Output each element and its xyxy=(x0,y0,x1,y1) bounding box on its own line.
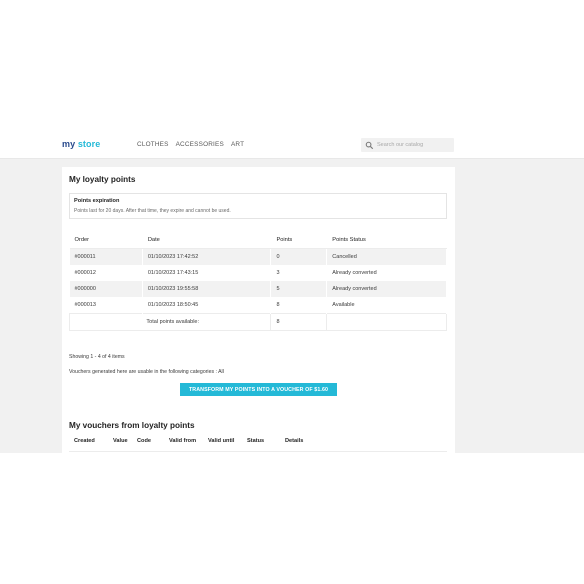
cell-date: 01/10/2023 18:50:45 xyxy=(142,297,272,314)
cell-points: 0 xyxy=(270,248,328,265)
cell-status: Available xyxy=(326,297,447,314)
vheader-valid-until: Valid until xyxy=(208,438,235,444)
header-date: Date xyxy=(142,232,272,249)
search-input[interactable] xyxy=(374,142,451,148)
points-table: Order Date Points Points Status #000011 … xyxy=(68,232,447,331)
header-order: Order xyxy=(69,232,143,249)
pagination-summary: Showing 1 - 4 of 4 items xyxy=(69,354,125,360)
top-blank-area xyxy=(0,0,584,131)
search-box[interactable] xyxy=(361,138,454,152)
total-row: Total points available: 8 xyxy=(68,313,447,331)
page-title: My loyalty points xyxy=(69,175,136,184)
cell-status: Cancelled xyxy=(326,248,447,265)
nav-art[interactable]: ART xyxy=(231,141,244,148)
nav-accessories[interactable]: ACCESSORIES xyxy=(176,141,224,148)
total-value: 8 xyxy=(270,313,328,331)
site-header: my store CLOTHES ACCESSORIES ART xyxy=(0,131,584,159)
store-logo[interactable]: my store xyxy=(62,139,100,149)
cell-order: #000000 xyxy=(69,281,143,297)
voucher-note: Vouchers generated here are usable in th… xyxy=(69,369,224,375)
cell-order: #000013 xyxy=(69,297,143,314)
total-empty xyxy=(326,313,447,331)
table-header-row: Order Date Points Points Status xyxy=(69,232,447,249)
header-points: Points xyxy=(270,232,328,249)
table-row: #000011 01/10/2023 17:42:52 0 Cancelled xyxy=(69,248,447,265)
cell-date: 01/10/2023 19:55:58 xyxy=(142,281,272,297)
total-label: Total points available: xyxy=(68,313,272,331)
cell-status: Already converted xyxy=(326,281,447,297)
logo-text-accent: store xyxy=(77,139,101,149)
vheader-status: Status xyxy=(247,438,265,444)
vouchers-title: My vouchers from loyalty points xyxy=(69,421,195,430)
vheader-details: Details xyxy=(285,438,304,444)
main-nav: CLOTHES ACCESSORIES ART xyxy=(137,141,244,148)
cell-order: #000011 xyxy=(69,248,143,265)
vheader-code: Code xyxy=(137,438,151,444)
expiration-text: Points last for 20 days. After that time… xyxy=(74,208,231,214)
search-icon[interactable] xyxy=(365,141,374,150)
cell-points: 8 xyxy=(270,297,328,314)
header-points-status: Points Status xyxy=(326,232,447,249)
cell-order: #000012 xyxy=(69,265,143,281)
logo-text-main: my xyxy=(62,139,76,149)
vheader-valid-from: Valid from xyxy=(169,438,197,444)
expiration-box: Points expiration Points last for 20 day… xyxy=(69,193,447,219)
table-row: #000000 01/10/2023 19:55:58 5 Already co… xyxy=(69,281,447,297)
expiration-title: Points expiration xyxy=(74,198,120,204)
vheader-value: Value xyxy=(113,438,128,444)
table-row: #000012 01/10/2023 17:43:15 3 Already co… xyxy=(69,265,447,281)
table-row: #000013 01/10/2023 18:50:45 8 Available xyxy=(69,297,447,314)
nav-clothes[interactable]: CLOTHES xyxy=(137,141,169,148)
cell-date: 01/10/2023 17:42:52 xyxy=(142,248,272,265)
transform-points-button[interactable]: TRANSFORM MY POINTS INTO A VOUCHER OF $1… xyxy=(180,383,337,396)
cell-points: 3 xyxy=(270,265,328,281)
cell-points: 5 xyxy=(270,281,328,297)
loyalty-card: My loyalty points Points expiration Poin… xyxy=(62,167,455,453)
vouchers-table-header: Created Value Code Valid from Valid unti… xyxy=(69,435,447,452)
cell-date: 01/10/2023 17:43:15 xyxy=(142,265,272,281)
cell-status: Already converted xyxy=(326,265,447,281)
vheader-created: Created xyxy=(74,438,95,444)
